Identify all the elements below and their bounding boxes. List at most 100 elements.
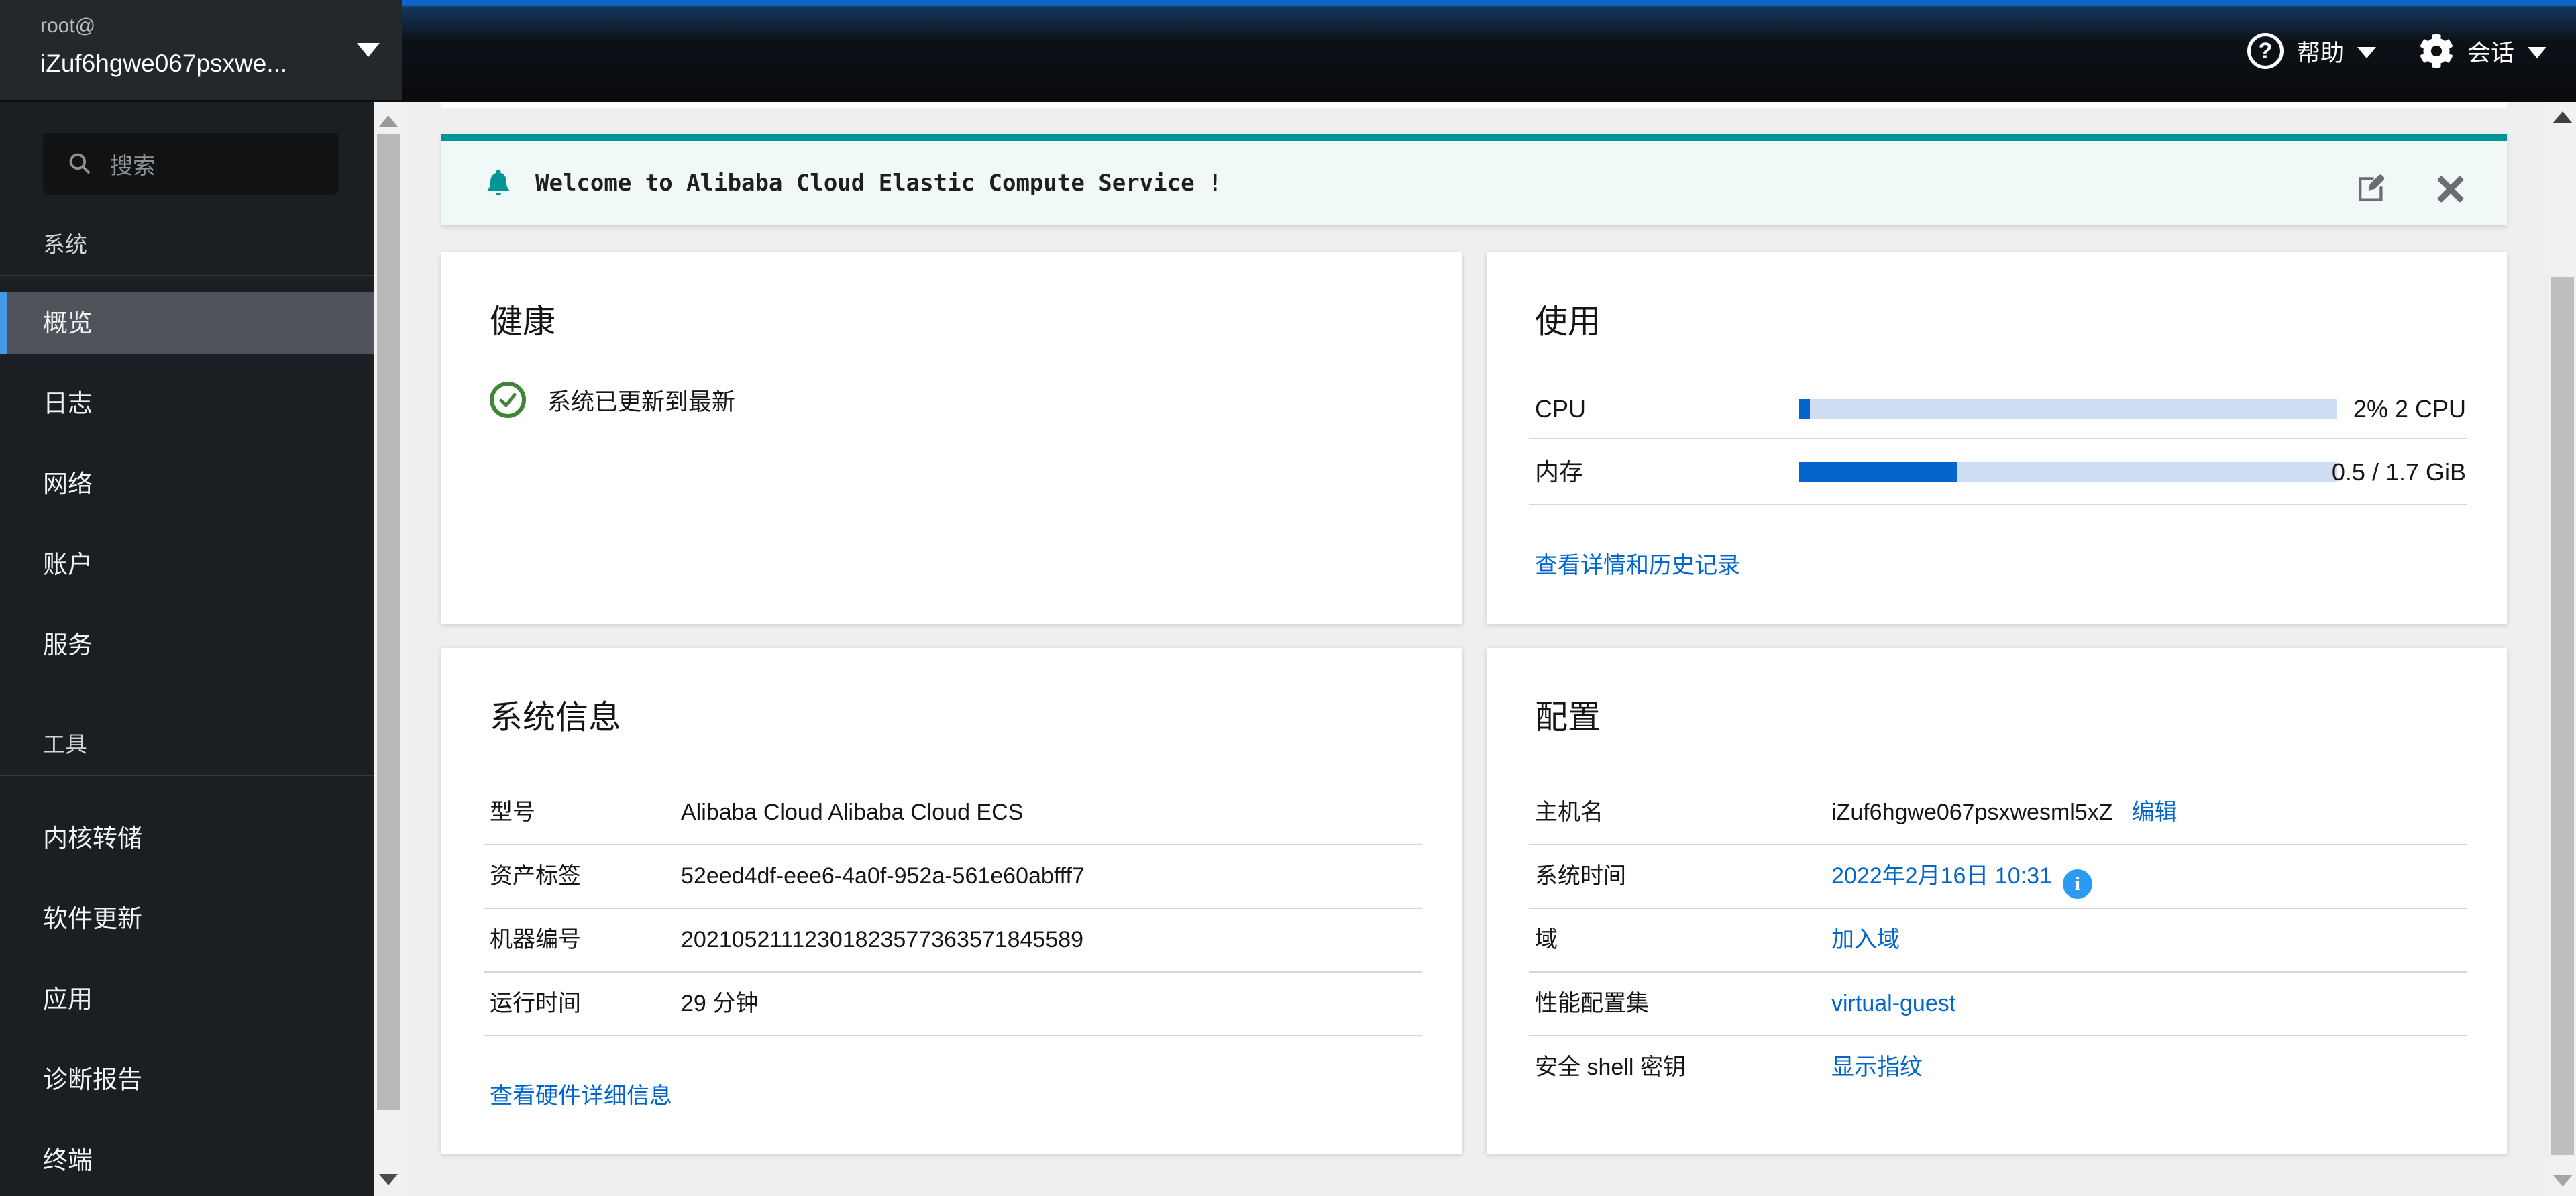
session-menu[interactable]: 会话 bbox=[2419, 34, 2546, 68]
host-name: iZuf6hgwe067psxwe... bbox=[40, 50, 288, 77]
table-row: 安全 shell 密钥 显示指纹 bbox=[1487, 1036, 2507, 1099]
nav-section-divider bbox=[0, 275, 374, 276]
close-banner-button[interactable] bbox=[2429, 170, 2472, 208]
edit-link[interactable]: 编辑 bbox=[2132, 800, 2178, 825]
hardware-details-link[interactable]: 查看硬件详细信息 bbox=[490, 1081, 672, 1111]
sidebar-item-日志[interactable]: 日志 bbox=[0, 373, 374, 435]
search-icon bbox=[67, 151, 93, 176]
scroll-up-arrow-icon[interactable] bbox=[379, 115, 398, 127]
main-scrollbar[interactable] bbox=[2549, 102, 2576, 1196]
system-info-card-title: 系统信息 bbox=[490, 700, 622, 736]
table-row: 性能配置集 virtual-guest bbox=[1487, 972, 2507, 1035]
row-label: 机器编号 bbox=[490, 927, 581, 953]
table-row: 域 加入域 bbox=[1487, 908, 2507, 971]
row-value: Alibaba Cloud Alibaba Cloud ECS bbox=[681, 800, 1024, 825]
row-label: 运行时间 bbox=[490, 991, 581, 1016]
help-menu[interactable]: ? 帮助 bbox=[2247, 33, 2376, 69]
usage-progress-fill bbox=[1799, 399, 1811, 419]
session-menu-label: 会话 bbox=[2467, 40, 2514, 66]
table-row: 型号 Alibaba Cloud Alibaba Cloud ECS bbox=[441, 781, 1462, 844]
scroll-up-arrow-icon[interactable] bbox=[2553, 111, 2572, 123]
search-placeholder: 搜索 bbox=[110, 153, 156, 179]
host-user: root@ bbox=[40, 15, 96, 37]
gear-icon bbox=[2419, 34, 2454, 68]
health-card: 健康 系统已更新到最新 bbox=[441, 252, 1462, 624]
row-label: 性能配置集 bbox=[1535, 991, 1649, 1016]
chevron-down-icon bbox=[2357, 46, 2376, 58]
sidebar-item-应用[interactable]: 应用 bbox=[0, 969, 374, 1030]
health-card-title: 健康 bbox=[490, 304, 556, 340]
system-info-card: 系统信息 型号 Alibaba Cloud Alibaba Cloud ECS 资产… bbox=[441, 648, 1462, 1154]
usage-card: 使用 CPU 2% 2 CPU 内存 0.5 / 1.7 GiB 查看详情和历史记录 bbox=[1487, 252, 2507, 624]
row-value-link[interactable]: virtual-guest bbox=[1831, 972, 1955, 1035]
edit-motd-button[interactable] bbox=[2350, 170, 2393, 208]
help-menu-label: 帮助 bbox=[2296, 40, 2344, 66]
usage-progress-bar bbox=[1799, 462, 2337, 482]
sidebar-item-软件更新[interactable]: 软件更新 bbox=[0, 888, 374, 950]
table-row: 资产标签 52eed4df-eee6-4a0f-952a-561e60abfff7 bbox=[441, 845, 1462, 908]
banner-text: Welcome to Alibaba Cloud Elastic Compute… bbox=[535, 170, 1222, 197]
scroll-down-arrow-icon[interactable] bbox=[379, 1174, 398, 1185]
masthead-menus: ? 帮助 会话 bbox=[2247, 0, 2546, 102]
row-label: 安全 shell 密钥 bbox=[1535, 1054, 1686, 1080]
info-icon[interactable]: i bbox=[2062, 869, 2092, 899]
search-input[interactable]: 搜索 bbox=[43, 133, 339, 195]
sidebar-item-账户[interactable]: 账户 bbox=[0, 534, 374, 596]
nav-section-divider bbox=[0, 775, 374, 776]
usage-row-label: CPU bbox=[1535, 395, 1587, 423]
row-label: 系统时间 bbox=[1535, 863, 1626, 889]
row-divider bbox=[1529, 438, 2467, 439]
host-switcher[interactable]: root@ iZuf6hgwe067psxwe... bbox=[0, 0, 402, 102]
content-top-strip bbox=[441, 102, 2507, 108]
sidebar-item-内核转储[interactable]: 内核转储 bbox=[0, 808, 374, 869]
table-row: 机器编号 20210521112301823577363571845589 bbox=[441, 908, 1462, 971]
row-label: 资产标签 bbox=[490, 863, 581, 889]
config-card: 配置 主机名 iZuf6hgwe067psxwesml5xZ 编辑系统时间 2022年… bbox=[1487, 648, 2507, 1154]
scrollbar-thumb[interactable] bbox=[2551, 277, 2574, 1155]
nav-section-label: 系统 bbox=[43, 232, 87, 257]
row-value-link[interactable]: 2022年2月16日 10:31 i bbox=[1831, 845, 2092, 908]
nav-section-label: 工具 bbox=[43, 732, 87, 757]
sidebar-item-诊断报告[interactable]: 诊断报告 bbox=[0, 1049, 374, 1111]
usage-row-value: 0.5 / 1.7 GiB bbox=[2331, 458, 2466, 486]
row-value: iZuf6hgwe067psxwesml5xZ 编辑 bbox=[1831, 800, 2178, 825]
row-label: 型号 bbox=[490, 800, 535, 825]
motd-banner: Welcome to Alibaba Cloud Elastic Compute… bbox=[441, 134, 2507, 225]
sidebar-item-服务[interactable]: 服务 bbox=[0, 614, 374, 676]
table-row: 主机名 iZuf6hgwe067psxwesml5xZ 编辑 bbox=[1487, 781, 2507, 844]
health-status-text: 系统已更新到最新 bbox=[547, 388, 736, 415]
usage-progress-bar bbox=[1799, 399, 2337, 419]
scrollbar-thumb[interactable] bbox=[377, 134, 400, 1110]
row-value-link[interactable]: 显示指纹 bbox=[1831, 1036, 1923, 1099]
row-value: 29 分钟 bbox=[681, 991, 759, 1016]
row-value: 52eed4df-eee6-4a0f-952a-561e60abfff7 bbox=[681, 863, 1085, 889]
row-divider bbox=[484, 1035, 1422, 1036]
row-label: 主机名 bbox=[1535, 800, 1603, 825]
sidebar-item-网络[interactable]: 网络 bbox=[0, 453, 374, 515]
chevron-down-icon bbox=[2528, 46, 2546, 58]
row-value: 20210521112301823577363571845589 bbox=[681, 927, 1084, 953]
row-label: 域 bbox=[1535, 927, 1558, 953]
check-circle-icon bbox=[490, 382, 526, 418]
chevron-down-icon bbox=[357, 43, 380, 57]
cockpit-screen: root@ iZuf6hgwe067psxwe... ? 帮助 会话 搜索 系统… bbox=[0, 0, 2576, 1196]
row-divider bbox=[1529, 504, 2467, 505]
scroll-down-arrow-icon[interactable] bbox=[2553, 1175, 2572, 1187]
question-circle-icon: ? bbox=[2247, 33, 2284, 69]
row-value-link[interactable]: 加入域 bbox=[1831, 908, 1900, 971]
table-row: 运行时间 29 分钟 bbox=[441, 972, 1462, 1035]
usage-row-value: 2% 2 CPU bbox=[2353, 395, 2466, 423]
sidebar-item-终端[interactable]: 终端 bbox=[0, 1130, 374, 1191]
usage-details-link[interactable]: 查看详情和历史记录 bbox=[1535, 550, 1740, 581]
close-icon bbox=[2436, 174, 2465, 204]
usage-row-label: 内存 bbox=[1535, 458, 1584, 486]
bell-icon bbox=[480, 165, 517, 201]
table-row: 系统时间 2022年2月16日 10:31 i bbox=[1487, 845, 2507, 908]
config-card-title: 配置 bbox=[1535, 700, 1601, 736]
sidebar-item-概览[interactable]: 概览 bbox=[0, 292, 374, 354]
usage-card-title: 使用 bbox=[1535, 304, 1601, 340]
usage-progress-fill bbox=[1799, 462, 1957, 482]
sidebar-scrollbar[interactable] bbox=[374, 102, 403, 1196]
health-status-row: 系统已更新到最新 bbox=[490, 382, 735, 418]
masthead: root@ iZuf6hgwe067psxwe... ? 帮助 会话 bbox=[0, 0, 2576, 102]
